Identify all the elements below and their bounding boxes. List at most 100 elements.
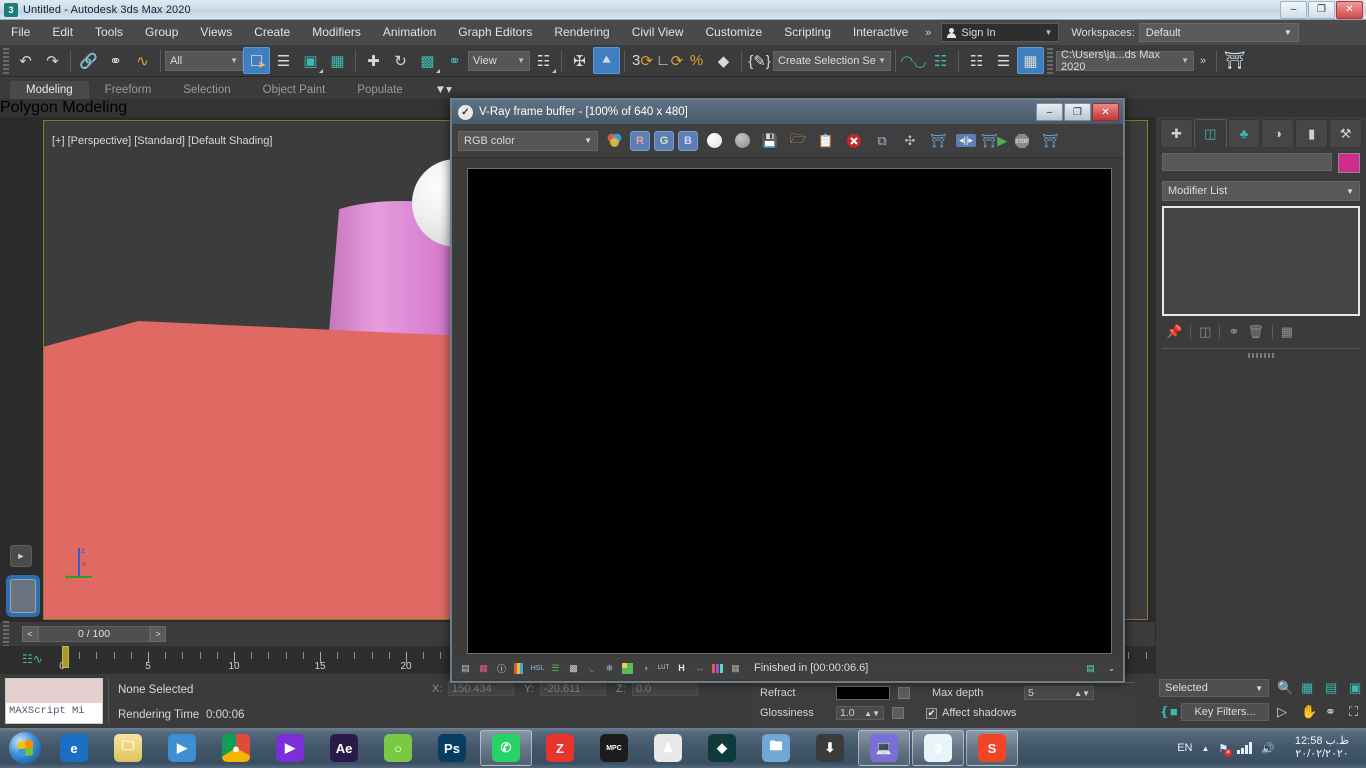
taskbar-item-whatsapp[interactable]: ✆ [480,730,532,766]
schematic-view-icon[interactable]: ☰ [990,47,1017,74]
zoom-extents-icon[interactable]: ▤ [1325,680,1337,696]
named-selection-set-input[interactable]: Create Selection Se ▼ [773,50,891,71]
signal-strength-icon[interactable] [1237,742,1253,754]
hierarchy-tab[interactable]: ♣ [1227,119,1261,147]
color-corrections-icon[interactable]: ▦ [476,661,491,676]
orbit-icon[interactable]: ⚭ [1325,704,1336,720]
taskbar-item-3ds-max[interactable]: 3 [912,730,964,766]
panel-resize-grip[interactable] [1248,353,1274,358]
motion-tab[interactable]: ◑ [1261,119,1295,147]
prev-frame-button[interactable]: < [22,626,38,642]
menu-file[interactable]: File [0,20,41,45]
project-path-field[interactable]: C:\Users\ja...ds Max 2020 ▼ [1056,49,1194,73]
affect-shadows-checkbox[interactable]: ✔ [926,707,937,719]
maxscript-output-pane[interactable] [6,679,102,703]
select-by-name-icon[interactable]: ☰ [270,47,297,74]
field-of-view-icon[interactable]: ▷ [1277,704,1287,720]
taskbar-item-windows-media-player[interactable]: ▶ [156,730,208,766]
redo-icon[interactable]: ↷ [39,47,66,74]
reference-coord-select[interactable]: View ▼ [468,50,530,71]
taskbar-item-after-effects[interactable]: Ae [318,730,370,766]
curve-editor-icon[interactable]: ◟ [584,661,599,676]
refract-color-swatch[interactable] [836,686,890,700]
workspace-select[interactable]: Default ▼ [1138,23,1299,42]
vfb-render-canvas[interactable] [467,168,1112,654]
select-object-icon[interactable]: ☐ ➤ [243,47,270,74]
vray-frame-buffer-window[interactable]: ✓ V-Ray frame buffer - [100% of 640 x 48… [450,98,1125,683]
network-icon[interactable]: ⚑ ✕ [1218,742,1233,757]
show-srgb-icon[interactable]: ▤ [458,661,473,676]
taskbar-item-teal-diamond-app[interactable]: ◆ [696,730,748,766]
tab-object-paint[interactable]: Object Paint [247,81,342,99]
material-editor-icon[interactable]: ▦ [1017,47,1044,74]
align-icon[interactable]: ☷ [927,47,954,74]
key-mode-select[interactable]: Selected ▼ [1159,679,1269,697]
percent-snap-icon[interactable]: % [683,47,710,74]
max-depth-field[interactable]: 5 ▲▼ [1024,686,1094,700]
menu-tools[interactable]: Tools [84,20,134,45]
render-region-icon[interactable]: ◂||▸ [954,129,978,153]
selection-filter-select[interactable]: All ▼ [165,50,243,71]
taskbar-item-photoshop[interactable]: Ps [426,730,478,766]
vfb-maximize-button[interactable]: ❐ [1064,103,1091,121]
spinner-snap-toggle-icon[interactable]: ◆ [710,47,737,74]
object-color-swatch[interactable] [1338,153,1360,173]
lut-icon[interactable]: LUT [656,661,671,676]
menu-rendering[interactable]: Rendering [543,20,620,45]
toolbar-grip[interactable] [1047,47,1053,74]
utilities-tab[interactable]: ⚒ [1329,119,1362,147]
maximize-viewport-icon[interactable]: ⛶ [1349,704,1358,720]
undo-icon[interactable]: ↶ [12,47,39,74]
exposure-icon[interactable] [620,661,635,676]
red-channel-icon[interactable]: R [630,130,650,151]
make-unique-icon[interactable]: ⚭ [1228,324,1239,340]
viewport-label[interactable]: [+] [Perspective] [Standard] [Default Sh… [52,135,272,147]
panel-polygon-modeling[interactable]: Polygon Modeling [0,99,127,116]
clock[interactable]: 12:58 ظ.ب ٢٠/٠٢/٢٠٢٠ [1284,735,1360,761]
taskbar-item-mpc-be[interactable]: MPC [588,730,640,766]
taskbar-item-internet-explorer[interactable]: e [48,730,100,766]
minimize-button[interactable]: – [1280,0,1307,19]
monochrome-icon[interactable] [730,129,754,153]
edit-named-selection-icon[interactable]: {✎} [746,47,773,74]
glossiness-map-button[interactable] [892,707,904,719]
ribbon-dropdown-icon[interactable]: ▼▾ [419,79,468,99]
modifier-stack-list[interactable] [1162,206,1360,316]
clear-image-icon[interactable] [842,129,866,153]
create-tab[interactable]: ✚ [1160,119,1193,147]
hsl-icon[interactable]: HSL [530,661,545,676]
taskbar-item-snagit[interactable]: S [966,730,1018,766]
menu-modifiers[interactable]: Modifiers [301,20,372,45]
white-balance-icon[interactable]: ❄ [602,661,617,676]
taskbar-item-green-circle-app[interactable]: ○ [372,730,424,766]
display-tab[interactable]: ▮ [1295,119,1329,147]
tab-modeling[interactable]: Modeling [10,81,89,99]
language-indicator[interactable]: EN [1177,742,1192,754]
menu-interactive[interactable]: Interactive [842,20,919,45]
remove-modifier-icon[interactable]: 🗑 [1247,324,1264,340]
menu-customize[interactable]: Customize [695,20,774,45]
tab-freeform[interactable]: Freeform [89,81,168,99]
taskbar-item-windows-explorer[interactable]: 🗀 [102,730,154,766]
save-image-icon[interactable]: 💾 [758,129,782,153]
color-channel-icon[interactable] [602,129,626,153]
angle-snap-icon[interactable]: ∟ ⟳ [656,47,683,74]
sign-in-button[interactable]: Sign In ▼ [941,23,1060,42]
track-mouse-icon[interactable]: ✣ [898,129,922,153]
taskbar-item-google-chrome[interactable]: ● [210,730,262,766]
spinner-snap-icon[interactable]: ⚭ [441,47,468,74]
menu-create[interactable]: Create [243,20,301,45]
histogram-icon[interactable]: ▩ [566,661,581,676]
menu-civil-view[interactable]: Civil View [621,20,695,45]
menu-overflow-icon[interactable]: » [919,27,937,39]
window-crossing-icon[interactable]: ▦ [324,47,351,74]
start-button[interactable] [2,729,48,767]
modifier-list-select[interactable]: Modifier List ▼ [1162,181,1360,201]
snaps-3d-icon[interactable]: 3 ⟳ [629,47,656,74]
render-icon[interactable]: ⛩ ▶ [981,129,1008,153]
pan-icon[interactable]: ✋ [1301,704,1317,720]
stop-render-icon[interactable]: STOP [1010,129,1034,153]
key-filters-button[interactable]: Key Filters... [1181,703,1269,721]
hue-icon[interactable]: H [674,661,689,676]
use-center-icon[interactable]: ☷ [530,47,557,74]
